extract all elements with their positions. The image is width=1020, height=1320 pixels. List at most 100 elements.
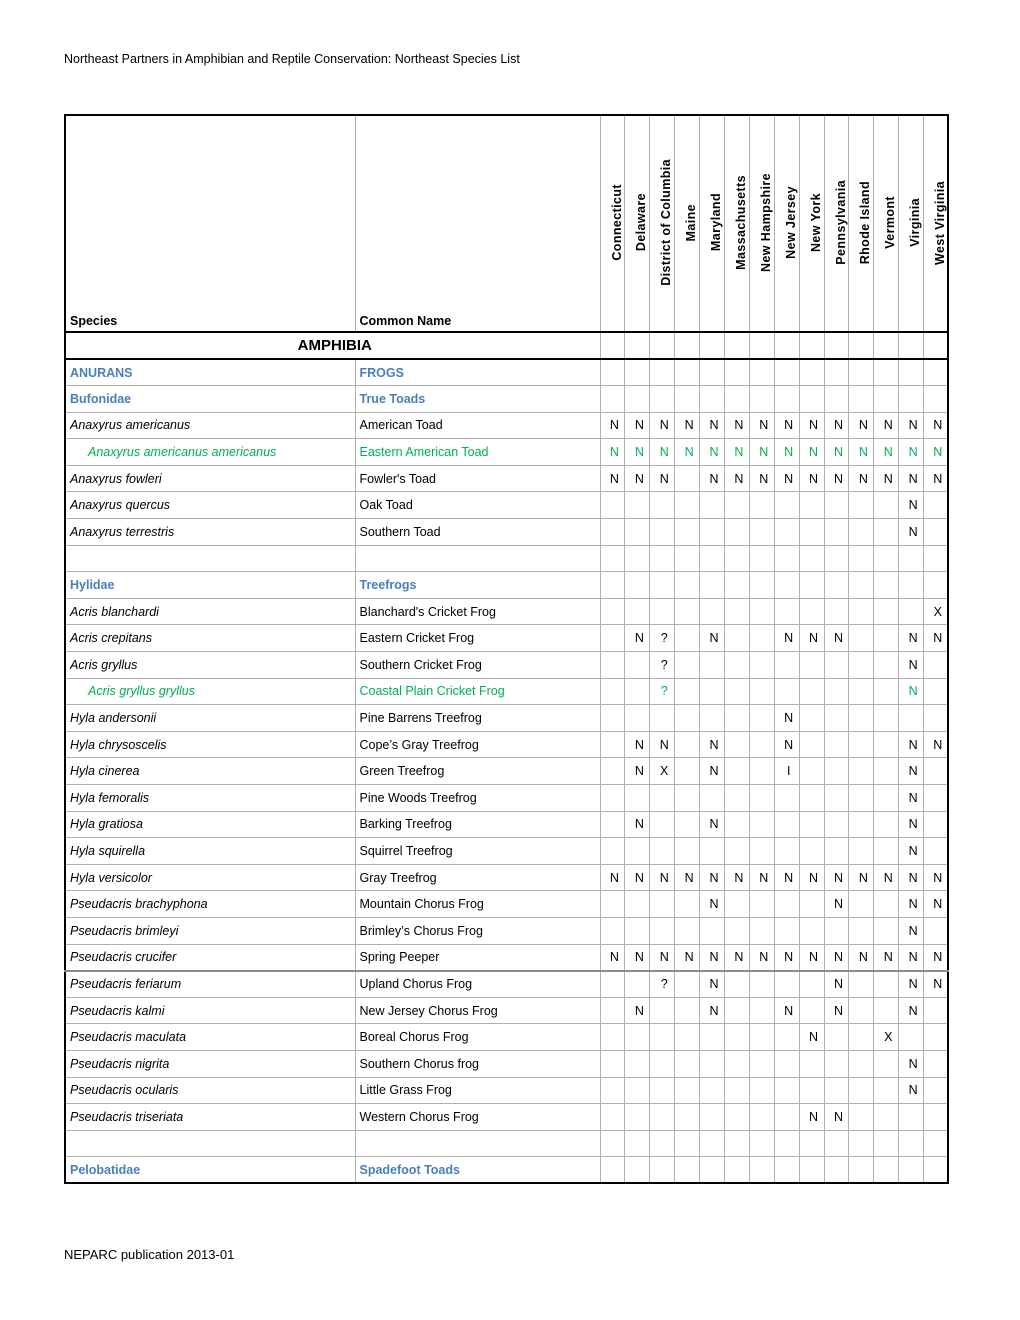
subspecies-name-cell: Anaxyrus americanus americanus: [64, 438, 356, 466]
status-cell: [624, 916, 651, 945]
status-cell: [823, 677, 850, 706]
status-cell: [898, 1129, 925, 1158]
state-label: New York: [808, 192, 823, 252]
state-label: District of Columbia: [659, 159, 674, 286]
status-cell: [848, 597, 875, 626]
status-cell: [748, 1156, 775, 1184]
status-cell: N: [923, 943, 950, 972]
status-cell: [748, 757, 775, 785]
species-name-cell: Anaxyrus terrestris: [64, 518, 356, 546]
status-cell: N: [873, 411, 900, 440]
status-cell: [748, 837, 775, 865]
status-cell: [898, 385, 925, 413]
class-title-spacer-cell: [923, 331, 950, 360]
status-cell: N: [624, 863, 651, 892]
status-cell: [674, 1023, 701, 1051]
status-cell: [798, 597, 825, 626]
status-cell: [723, 571, 750, 599]
status-cell: [873, 810, 900, 839]
state-label: West Virginia: [933, 180, 948, 265]
status-cell: [873, 996, 900, 1025]
common-name-cell: Little Grass Frog: [354, 1076, 601, 1105]
common-name-cell: New Jersey Chorus Frog: [354, 996, 601, 1025]
table-row: Anaxyrus quercus Oak Toad N: [64, 491, 950, 520]
status-cell: N: [599, 943, 626, 972]
status-cell: [923, 491, 950, 520]
class-title: AMPHIBIA: [64, 331, 601, 360]
table-row: Bufonidae True Toads: [64, 385, 950, 413]
status-cell: N: [699, 730, 725, 759]
column-header-state: New York: [798, 114, 825, 333]
species-name-cell: Pseudacris ocularis: [64, 1076, 356, 1105]
status-cell: [773, 518, 800, 546]
class-title-spacer-cell: [723, 331, 750, 360]
status-cell: [798, 651, 825, 679]
status-cell: [624, 544, 651, 573]
status-cell: [923, 916, 950, 945]
document-page: Northeast Partners in Amphibian and Rept…: [0, 0, 1020, 1320]
status-cell: [748, 651, 775, 679]
status-cell: [923, 837, 950, 865]
status-cell: [599, 1076, 626, 1105]
status-cell: N: [823, 890, 850, 918]
status-cell: [599, 518, 626, 546]
status-cell: N: [624, 411, 651, 440]
status-cell: [723, 491, 750, 520]
status-cell: N: [699, 411, 725, 440]
status-cell: [649, 704, 676, 732]
status-cell: N: [898, 438, 925, 466]
status-cell: N: [723, 943, 750, 972]
status-cell: N: [898, 784, 925, 812]
status-cell: [674, 651, 701, 679]
column-header-state: Virginia: [898, 114, 925, 333]
status-cell: [848, 996, 875, 1025]
table-row: Pseudacris crucifer Spring Peeper N N N N N N N N…: [64, 943, 950, 972]
status-cell: [748, 491, 775, 520]
status-cell: [748, 970, 775, 998]
status-cell: N: [798, 464, 825, 493]
common-name-cell: True Toads: [354, 385, 601, 413]
status-cell: [723, 1049, 750, 1078]
status-cell: [699, 597, 725, 626]
status-cell: N: [773, 943, 800, 972]
status-cell: [649, 1023, 676, 1051]
status-cell: I: [773, 757, 800, 785]
status-cell: [674, 810, 701, 839]
status-cell: [798, 677, 825, 706]
status-cell: [873, 916, 900, 945]
species-name-cell: Acris blanchardi: [64, 597, 356, 626]
status-cell: N: [699, 438, 725, 466]
status-cell: N: [898, 837, 925, 865]
status-cell: N: [898, 916, 925, 945]
state-label: Massachusetts: [733, 175, 748, 270]
status-cell: N: [873, 438, 900, 466]
status-cell: [923, 518, 950, 546]
common-name-cell: Cope’s Gray Treefrog: [354, 730, 601, 759]
status-cell: [674, 677, 701, 706]
status-cell: [649, 385, 676, 413]
status-cell: [798, 970, 825, 998]
status-cell: N: [699, 810, 725, 839]
status-cell: [823, 757, 850, 785]
common-name-cell: Coastal Plain Cricket Frog: [354, 677, 601, 706]
class-title-row: AMPHIBIA: [64, 331, 950, 360]
status-cell: [898, 544, 925, 573]
status-cell: N: [823, 624, 850, 653]
status-cell: [674, 385, 701, 413]
status-cell: [923, 385, 950, 413]
status-cell: N: [823, 970, 850, 998]
class-title-spacer-cell: [773, 331, 800, 360]
status-cell: [674, 757, 701, 785]
status-cell: [649, 1129, 676, 1158]
status-cell: [674, 1129, 701, 1158]
status-cell: [848, 1076, 875, 1105]
status-cell: N: [848, 411, 875, 440]
status-cell: N: [848, 943, 875, 972]
status-cell: [748, 916, 775, 945]
status-cell: N: [898, 624, 925, 653]
status-cell: N: [773, 996, 800, 1025]
status-cell: N: [624, 438, 651, 466]
status-cell: N: [773, 438, 800, 466]
status-cell: [699, 1023, 725, 1051]
status-cell: [674, 784, 701, 812]
